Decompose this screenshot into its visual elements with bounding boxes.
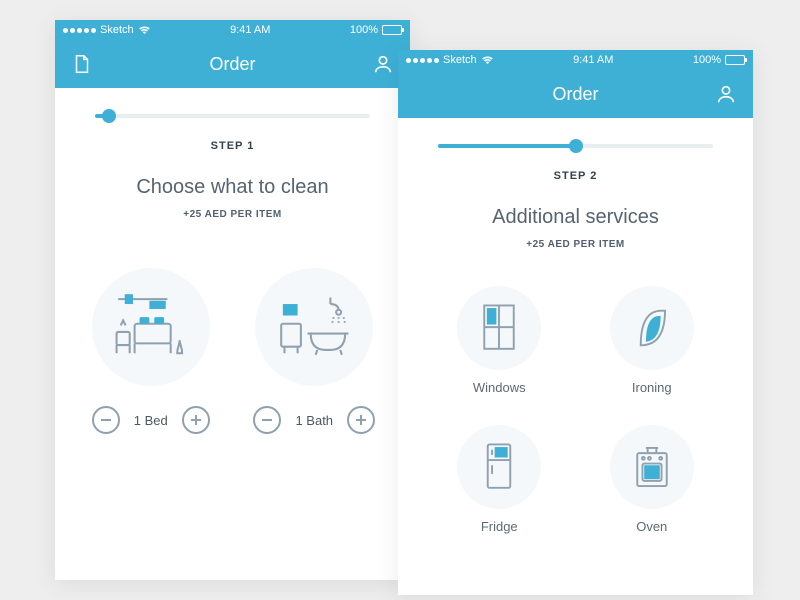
minus-button[interactable] xyxy=(92,406,120,434)
quantity-stepper-bath: 1 Bath xyxy=(253,406,375,434)
profile-icon[interactable] xyxy=(715,83,737,105)
service-label: Oven xyxy=(636,519,667,534)
nav-bar: Order xyxy=(55,40,410,88)
signal-dots-icon xyxy=(406,58,439,63)
fridge-icon xyxy=(457,425,541,509)
status-bar: Sketch 9:41 AM 100% xyxy=(398,50,753,70)
progress-bar xyxy=(55,88,410,118)
service-oven[interactable]: Oven xyxy=(581,425,724,534)
profile-icon[interactable] xyxy=(372,53,394,75)
battery-percent-label: 100% xyxy=(693,54,721,66)
battery-percent-label: 100% xyxy=(350,24,378,36)
service-ironing[interactable]: Ironing xyxy=(581,286,724,395)
wifi-icon xyxy=(138,25,151,35)
minus-button[interactable] xyxy=(253,406,281,434)
quantity-stepper-bed: 1 Bed xyxy=(92,406,210,434)
item-bed: 1 Bed xyxy=(76,268,226,434)
status-bar: Sketch 9:41 AM 100% xyxy=(55,20,410,40)
step-label: STEP 1 xyxy=(55,140,410,152)
plus-button[interactable] xyxy=(347,406,375,434)
bed-icon xyxy=(92,268,210,386)
battery-icon xyxy=(725,55,745,65)
headline: Additional services xyxy=(398,206,753,229)
carrier-label: Sketch xyxy=(443,54,477,66)
bath-icon xyxy=(255,268,373,386)
price-subline: +25 AED PER ITEM xyxy=(55,209,410,220)
progress-bar xyxy=(398,118,753,148)
item-bath: 1 Bath xyxy=(239,268,389,434)
nav-title: Order xyxy=(209,54,255,75)
oven-icon xyxy=(610,425,694,509)
service-label: Ironing xyxy=(632,380,672,395)
step-label: STEP 2 xyxy=(398,170,753,182)
nav-title: Order xyxy=(552,84,598,105)
count-label: 1 Bath xyxy=(295,413,333,428)
signal-dots-icon xyxy=(63,28,96,33)
carrier-label: Sketch xyxy=(100,24,134,36)
service-label: Fridge xyxy=(481,519,518,534)
count-label: 1 Bed xyxy=(134,413,168,428)
service-windows[interactable]: Windows xyxy=(428,286,571,395)
nav-bar: Order xyxy=(398,70,753,118)
plus-button[interactable] xyxy=(182,406,210,434)
phone-screen-1: Sketch 9:41 AM 100% Order STEP 1 Choose … xyxy=(55,20,410,580)
battery-icon xyxy=(382,25,402,35)
phone-screen-2: Sketch 9:41 AM 100% Order STEP 2 Additio… xyxy=(398,50,753,595)
service-fridge[interactable]: Fridge xyxy=(428,425,571,534)
service-label: Windows xyxy=(473,380,526,395)
wifi-icon xyxy=(481,55,494,65)
clock-label: 9:41 AM xyxy=(230,24,270,36)
price-subline: +25 AED PER ITEM xyxy=(398,239,753,250)
windows-icon xyxy=(457,286,541,370)
clock-label: 9:41 AM xyxy=(573,54,613,66)
headline: Choose what to clean xyxy=(55,176,410,199)
ironing-icon xyxy=(610,286,694,370)
document-icon[interactable] xyxy=(71,53,93,75)
